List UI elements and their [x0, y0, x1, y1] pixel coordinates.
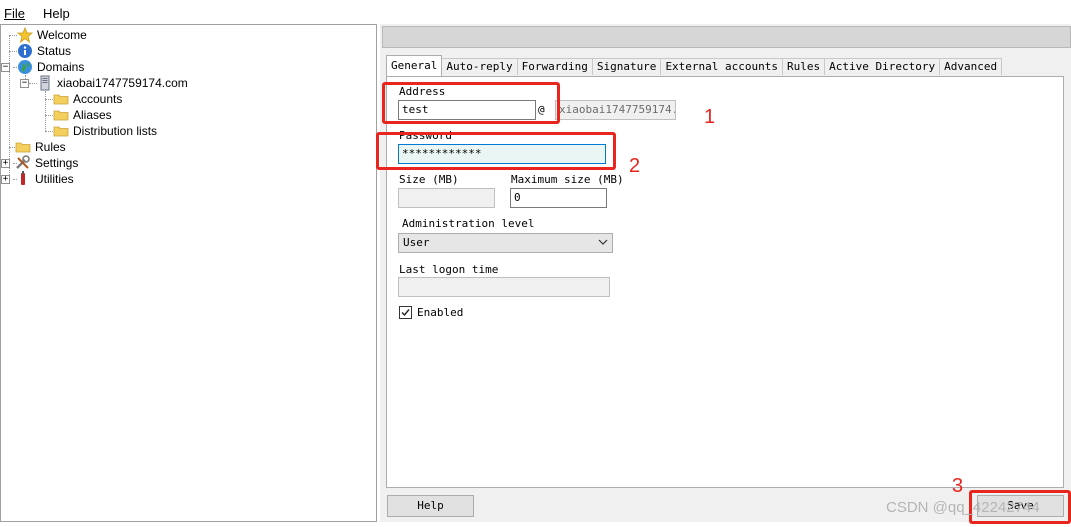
- navigation-tree[interactable]: − − + + Welcome Status Domains xiaobai17…: [0, 24, 377, 522]
- size-field: [398, 188, 495, 208]
- tree-item-aliases[interactable]: Aliases: [53, 107, 112, 123]
- chevron-down-icon: [598, 236, 608, 251]
- settings-expander[interactable]: +: [1, 159, 10, 168]
- menu-bar: File Help: [0, 0, 1071, 24]
- tab-rules[interactable]: Rules: [782, 58, 826, 75]
- admin-level-label: Administration level: [402, 217, 535, 230]
- domains-expander[interactable]: −: [1, 63, 10, 72]
- tree-item-label: Welcome: [37, 28, 87, 42]
- menu-help[interactable]: Help: [43, 6, 70, 21]
- last-logon-label: Last logon time: [399, 263, 499, 276]
- checkmark-icon: [401, 309, 410, 317]
- max-size-input[interactable]: 0: [510, 188, 607, 208]
- tree-item-label: Utilities: [35, 172, 74, 186]
- tree-item-domain[interactable]: xiaobai1747759174.com: [37, 75, 188, 91]
- annotation-number-1: 1: [704, 106, 716, 128]
- tree-item-welcome[interactable]: Welcome: [16, 26, 87, 44]
- tree-item-rules[interactable]: Rules: [15, 139, 66, 155]
- folder-icon: [53, 107, 69, 123]
- tree-item-label: Status: [37, 44, 72, 58]
- annotation-number-2: 2: [629, 155, 641, 177]
- watermark-text: CSDN @qq_42242744: [886, 499, 1040, 516]
- tab-active-directory[interactable]: Active Directory: [824, 58, 941, 75]
- tree-item-label: Rules: [35, 140, 66, 154]
- tab-external-accounts[interactable]: External accounts: [660, 58, 784, 75]
- tree-item-settings[interactable]: Settings: [15, 155, 78, 171]
- tree-item-label: Domains: [37, 60, 85, 74]
- globe-icon: [17, 59, 33, 75]
- annotation-box-address: [382, 82, 560, 124]
- utilities-icon: [15, 171, 31, 187]
- tree-item-utilities[interactable]: Utilities: [15, 171, 74, 187]
- tree-item-label: xiaobai1747759174.com: [57, 76, 188, 90]
- domain-expander[interactable]: −: [20, 79, 29, 88]
- star-icon: [16, 26, 34, 44]
- tab-general[interactable]: General: [386, 55, 443, 76]
- admin-level-value: User: [403, 236, 430, 249]
- annotation-number-3: 3: [952, 475, 964, 497]
- tab-advanced[interactable]: Advanced: [939, 58, 1003, 75]
- max-size-label: Maximum size (MB): [511, 173, 624, 186]
- domain-field: xiaobai1747759174.co: [555, 100, 676, 120]
- tree-guide-line: [9, 51, 17, 52]
- tools-icon: [15, 155, 31, 171]
- tree-item-label: Aliases: [73, 108, 112, 122]
- tree-guide-line: [45, 91, 46, 131]
- tree-item-domains[interactable]: Domains: [17, 59, 84, 75]
- tab-forwarding[interactable]: Forwarding: [516, 58, 593, 75]
- tree-item-accounts[interactable]: Accounts: [53, 91, 122, 107]
- folder-icon: [53, 123, 69, 139]
- tree-guide-line: [45, 131, 53, 132]
- tree-item-label: Accounts: [73, 92, 123, 106]
- tree-guide-line: [9, 35, 10, 179]
- tree-item-label: Distribution lists: [73, 124, 158, 138]
- folder-icon: [15, 139, 31, 155]
- tree-guide-line: [9, 35, 17, 36]
- folder-icon: [53, 91, 69, 107]
- server-icon: [37, 75, 53, 91]
- utilities-expander[interactable]: +: [1, 175, 10, 184]
- help-button[interactable]: Help: [387, 495, 474, 517]
- tree-item-distribution-lists[interactable]: Distribution lists: [53, 123, 157, 139]
- enabled-label: Enabled: [417, 306, 464, 319]
- menu-file[interactable]: File: [4, 6, 25, 21]
- tree-guide-line: [29, 83, 37, 84]
- tree-guide-line: [45, 99, 53, 100]
- tree-guide-line: [45, 115, 53, 116]
- tree-item-label: Settings: [35, 156, 79, 170]
- size-label: Size (MB): [399, 173, 459, 186]
- tab-signature[interactable]: Signature: [591, 58, 662, 75]
- admin-level-select[interactable]: User: [398, 233, 613, 253]
- last-logon-field: [398, 277, 610, 297]
- tab-auto-reply[interactable]: Auto-reply: [441, 58, 518, 75]
- header-bar: [382, 26, 1071, 48]
- tree-item-status[interactable]: Status: [17, 43, 71, 59]
- tab-strip: General Auto-reply Forwarding Signature …: [386, 55, 1003, 76]
- info-icon: [17, 43, 33, 59]
- enabled-checkbox[interactable]: [399, 306, 412, 319]
- annotation-box-password: [376, 132, 616, 170]
